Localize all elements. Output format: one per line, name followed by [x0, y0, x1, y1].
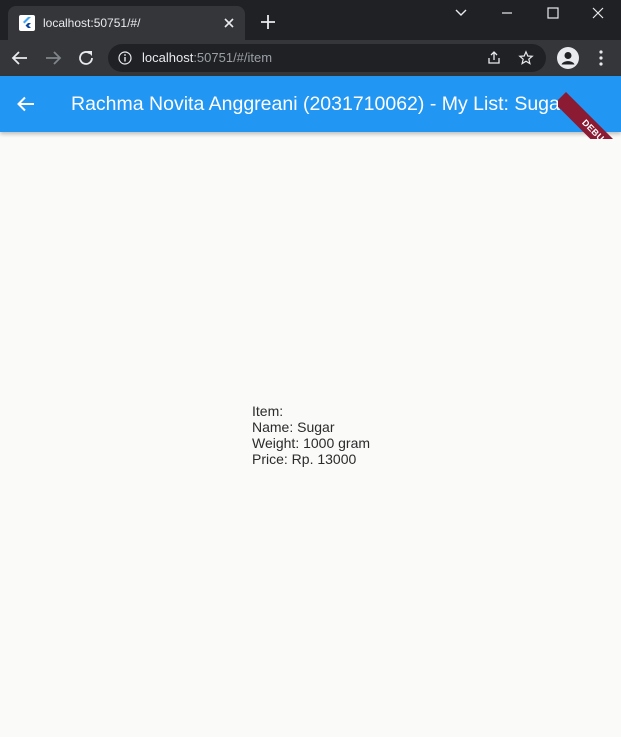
back-icon[interactable] — [10, 48, 30, 68]
flutter-icon — [19, 15, 35, 31]
page-title: Rachma Novita Anggreani (2031710062) - M… — [71, 93, 567, 115]
tab-search-button[interactable] — [438, 0, 484, 26]
close-icon — [592, 7, 604, 19]
maximize-icon — [547, 7, 559, 19]
app-bar: Rachma Novita Anggreani (2031710062) - M… — [0, 76, 621, 132]
person-icon — [561, 52, 575, 65]
url-path: :50751/#/item — [193, 50, 273, 65]
info-icon[interactable] — [118, 51, 132, 65]
maximize-button[interactable] — [530, 0, 576, 26]
url-text: localhost:50751/#/item — [142, 51, 272, 65]
browser-window: localhost:50751/#/ localhost:50751/#/ite… — [0, 0, 621, 737]
browser-toolbar: localhost:50751/#/item — [0, 40, 621, 76]
chevron-down-icon — [455, 9, 467, 16]
url-host: localhost — [142, 50, 194, 65]
browser-tab[interactable]: localhost:50751/#/ — [8, 6, 245, 40]
item-price: Price: Rp. 13000 — [252, 451, 357, 467]
share-icon[interactable] — [486, 50, 502, 66]
close-tab-icon[interactable] — [221, 15, 237, 31]
reload-icon[interactable] — [76, 48, 96, 68]
item-heading: Item: — [252, 403, 284, 419]
forward-icon[interactable] — [43, 48, 63, 68]
more-vert-icon[interactable] — [594, 49, 608, 67]
arrow-back-icon[interactable] — [16, 94, 36, 114]
tab-title: localhost:50751/#/ — [43, 16, 141, 30]
tab-strip: localhost:50751/#/ — [0, 0, 621, 40]
star-icon[interactable] — [518, 50, 534, 66]
minimize-icon — [502, 12, 512, 14]
close-window-button[interactable] — [575, 0, 621, 26]
item-details: Item: Name: Sugar Weight: 1000 gram Pric… — [252, 403, 370, 467]
item-weight: Weight: 1000 gram — [252, 435, 371, 451]
address-bar[interactable]: localhost:50751/#/item — [108, 44, 546, 72]
item-name: Name: Sugar — [252, 419, 335, 435]
new-tab-icon[interactable] — [258, 12, 278, 32]
minimize-button[interactable] — [484, 0, 530, 26]
profile-avatar[interactable] — [557, 47, 579, 69]
